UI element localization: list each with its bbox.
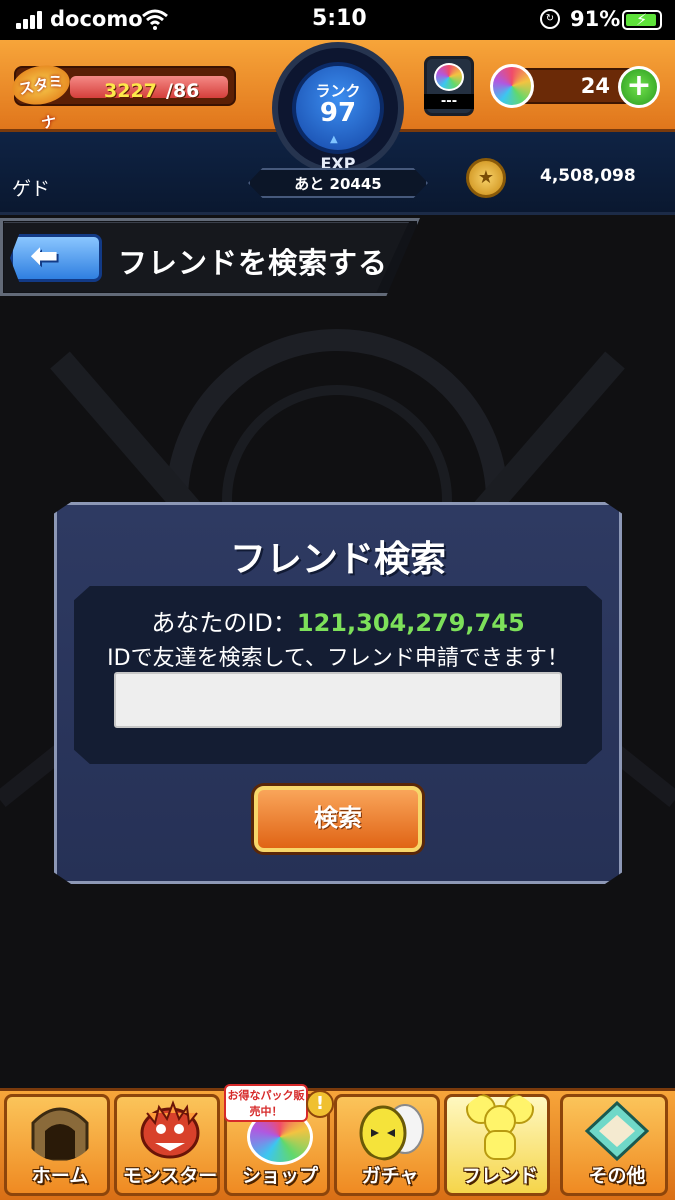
exp-remaining: あと 20445: [294, 175, 382, 193]
dialog-title: フレンド検索: [229, 539, 446, 580]
friends-icon: [466, 1094, 534, 1160]
carrier-name: docomo: [50, 7, 143, 31]
nav-friend[interactable]: フレンド: [444, 1094, 550, 1196]
rotation-lock-icon: ↻: [540, 9, 560, 29]
back-arrow-icon[interactable]: ⬅: [30, 236, 59, 276]
signal-icon: [16, 11, 44, 29]
diamond-icon: [584, 1101, 650, 1161]
shop-sale-badge: お得なパック販売中！: [224, 1084, 308, 1122]
clock: 5:10: [312, 6, 367, 31]
nav-friend-label: フレンド: [461, 1165, 538, 1187]
orb-item-value: ---: [424, 94, 474, 109]
page-title: フレンドを検索する: [118, 246, 389, 280]
nav-home[interactable]: ホーム: [4, 1094, 110, 1196]
rank-up-arrow-icon: ▲: [330, 134, 338, 145]
nav-other-label: その他: [588, 1165, 646, 1187]
add-orb-button[interactable]: +: [618, 66, 660, 108]
wifi-icon: [142, 9, 168, 30]
friend-id-input[interactable]: [114, 672, 562, 728]
alert-icon: !: [306, 1090, 334, 1118]
orb-count: 24: [580, 74, 610, 98]
top-hud: スタミナ 3227 /86 ランク 97 ▲ EXP あと 20445 --- …: [0, 40, 675, 215]
nav-monster[interactable]: モンスター: [114, 1094, 220, 1196]
nav-home-label: ホーム: [31, 1165, 89, 1187]
stamina-max: /86: [166, 80, 200, 102]
search-description: IDで友達を検索して、フレンド申請できます！: [107, 646, 569, 671]
coin-icon: ★: [466, 158, 506, 198]
rank-value: 97: [319, 98, 357, 128]
nav-other[interactable]: その他: [560, 1094, 668, 1196]
stamina-current: 3227: [104, 80, 157, 102]
nav-gacha-label: ガチャ: [361, 1165, 419, 1187]
dragon-icon: [140, 1100, 200, 1159]
battery-percent: 91%: [570, 7, 621, 31]
gate-icon: [31, 1107, 89, 1161]
nav-monster-label: モンスター: [122, 1165, 218, 1187]
rainbow-orb-icon: [490, 64, 534, 108]
nav-gacha[interactable]: ガチャ: [334, 1094, 440, 1196]
my-id-value: 121,304,279,745: [296, 609, 525, 637]
my-id-line: あなたのID：121,304,279,745: [74, 603, 602, 638]
orb-item-icon: [434, 63, 464, 91]
egg-icon: [359, 1104, 424, 1161]
my-id-label: あなたのID：: [151, 609, 297, 637]
status-bar: docomo 5:10 ↻ 91% ⚡: [0, 0, 675, 40]
coin-count: 4,508,098: [540, 166, 636, 186]
battery-icon: ⚡: [622, 10, 662, 30]
nav-shop-label: ショップ: [241, 1165, 318, 1187]
player-name: ゲド: [12, 178, 51, 200]
search-button[interactable]: 検索: [254, 786, 422, 852]
